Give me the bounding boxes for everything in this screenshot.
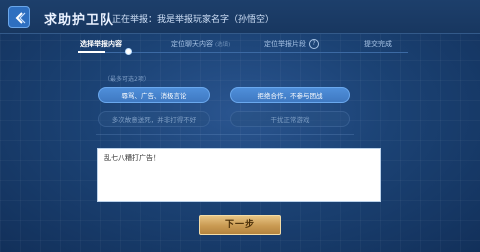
step-label: 选择举报内容 (80, 40, 122, 48)
next-step-button[interactable]: 下一步 (199, 215, 281, 235)
option-disrupt-game[interactable]: 干扰正常游戏 (230, 111, 350, 127)
option-label: 辱骂、广告、消极言论 (121, 92, 187, 100)
help-icon[interactable]: ? (309, 39, 319, 49)
report-target-text: 正在举报：我是举报玩家名字（孙悟空） (112, 15, 275, 25)
back-arrow-icon (15, 12, 26, 24)
selection-limit-hint: （最多可选2项） (104, 76, 150, 83)
header-bar: 求助护卫队 正在举报：我是举报玩家名字（孙悟空） (0, 0, 480, 34)
step-select-content: 选择举报内容 (80, 39, 122, 49)
option-label: 多次故意送死，并非打得不好 (111, 116, 197, 124)
divider (96, 134, 354, 135)
step-submit-complete: 提交完成 (364, 39, 392, 49)
option-label: 干扰正常游戏 (270, 116, 310, 124)
option-label: 拒绝合作，不参与团战 (257, 92, 323, 100)
option-refuse-teamwork[interactable]: 拒绝合作，不参与团战 (230, 87, 350, 103)
step-note: (选填) (215, 42, 231, 48)
step-locate-chat: 定位聊天内容 (选填) (171, 39, 230, 49)
option-intentional-feeding[interactable]: 多次故意送死，并非打得不好 (98, 111, 210, 127)
step-label: 定位聊天内容 (171, 40, 213, 48)
step-label: 提交完成 (364, 40, 392, 48)
step-label: 定位举报片段 (264, 40, 306, 48)
back-button[interactable] (8, 6, 30, 28)
step-indicator: 选择举报内容 定位聊天内容 (选填) 定位举报片段? 提交完成 (0, 34, 480, 60)
progress-fill (78, 51, 105, 53)
page-title: 求助护卫队 (44, 13, 115, 28)
report-description-input[interactable]: 乱七八糟打广告！ (97, 148, 381, 202)
option-abuse-ads[interactable]: 辱骂、广告、消极言论 (98, 87, 210, 103)
progress-marker (125, 48, 132, 55)
step-locate-clip: 定位举报片段? (264, 39, 319, 49)
